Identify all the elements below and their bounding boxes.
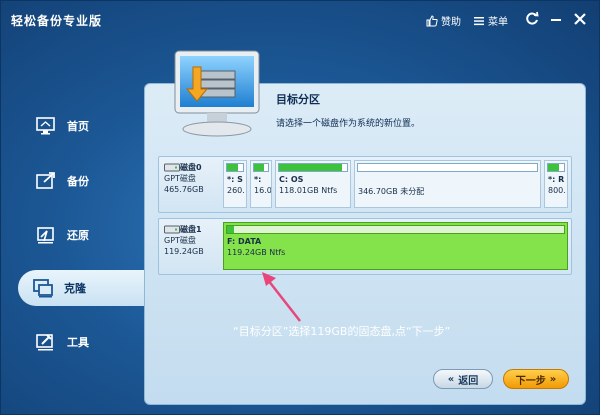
app-title: 轻松备份专业版 xyxy=(11,14,103,28)
double-chevron-left-icon: « xyxy=(447,373,455,385)
partition-detail: 16.0 xyxy=(254,186,272,195)
refresh-icon[interactable] xyxy=(524,11,540,27)
partition-label: *: S xyxy=(227,175,243,184)
partition-detail: 118.01GB Ntfs xyxy=(279,186,338,195)
partition-label: *: xyxy=(254,175,262,184)
disk-type: GPT磁盘 xyxy=(164,174,196,183)
partition[interactable]: *: S 260. xyxy=(223,160,247,208)
disk-info: 磁盘0 GPT磁盘 465.76GB xyxy=(164,162,222,195)
app-window: 轻松备份专业版 赞助 菜单 首页 备份 还原 克隆 工具 目标分区 请选择一个磁… xyxy=(0,0,600,415)
sidebar-item-label: 工具 xyxy=(67,336,89,349)
sidebar-item-tools[interactable]: 工具 xyxy=(21,324,146,360)
disk-row[interactable]: 磁盘1 GPT磁盘 119.24GB F: DATA 119.24GB Ntfs xyxy=(158,218,572,275)
disk-row[interactable]: 磁盘0 GPT磁盘 465.76GB *: S 260. *: 16.0 C: … xyxy=(158,156,572,213)
partition[interactable]: *: 16.0 xyxy=(250,160,272,208)
disk-name: 磁盘0 xyxy=(180,163,202,172)
annotation-arrow-icon xyxy=(262,272,301,322)
menu-label: 菜单 xyxy=(488,17,508,28)
disk-size: 465.76GB xyxy=(164,185,204,194)
disk-icon xyxy=(164,163,180,172)
partition-label: F: DATA xyxy=(227,237,262,246)
sidebar-item-label: 还原 xyxy=(67,229,89,242)
partition-label: *: R xyxy=(548,175,565,184)
thumbs-up-icon xyxy=(426,14,438,26)
sidebar-item-label: 首页 xyxy=(67,120,89,133)
tools-icon xyxy=(36,334,53,351)
back-label: 返回 xyxy=(458,375,479,387)
partition[interactable]: 346.70GB 未分配 xyxy=(354,160,541,208)
annotation-text: “目标分区”选择119GB的固态盘,点“下一步” xyxy=(233,325,451,338)
partition-selected[interactable]: F: DATA 119.24GB Ntfs xyxy=(223,222,568,270)
disk-icon xyxy=(164,225,180,234)
restore-icon xyxy=(37,227,54,244)
partition-label: C: OS xyxy=(279,175,304,184)
monitor-home-icon xyxy=(36,117,55,135)
next-label: 下一步 xyxy=(515,375,546,387)
clone-icon xyxy=(33,279,53,298)
title-bar: 轻松备份专业版 赞助 菜单 xyxy=(1,1,600,39)
sidebar-item-clone[interactable]: 克隆 xyxy=(18,270,146,306)
sidebar-item-label: 备份 xyxy=(67,175,89,188)
page-title: 目标分区 xyxy=(276,93,320,106)
menu-button[interactable]: 菜单 xyxy=(473,13,508,28)
disk-type: GPT磁盘 xyxy=(164,236,196,245)
menu-icon xyxy=(474,16,484,25)
page-subtitle: 请选择一个磁盘作为系统的新位置。 xyxy=(276,119,421,129)
minimize-icon[interactable] xyxy=(548,11,564,27)
disk-name: 磁盘1 xyxy=(180,225,202,234)
monitor-disk-icon xyxy=(174,50,260,137)
sidebar-item-backup[interactable]: 备份 xyxy=(21,163,146,199)
partition-detail: 260. xyxy=(227,186,245,195)
backup-icon xyxy=(36,172,55,189)
disk-info: 磁盘1 GPT磁盘 119.24GB xyxy=(164,224,222,257)
partition-detail: 346.70GB 未分配 xyxy=(358,187,425,196)
back-button[interactable]: « 返回 xyxy=(433,369,493,389)
partition-detail: 800. xyxy=(548,186,566,195)
sidebar-item-label: 克隆 xyxy=(64,282,86,295)
double-chevron-right-icon: » xyxy=(549,373,557,385)
donate-button[interactable]: 赞助 xyxy=(426,13,461,28)
partition-detail: 119.24GB Ntfs xyxy=(227,248,286,257)
sidebar-item-home[interactable]: 首页 xyxy=(21,108,146,144)
partition[interactable]: C: OS 118.01GB Ntfs xyxy=(275,160,351,208)
sidebar-item-restore[interactable]: 还原 xyxy=(21,217,146,253)
donate-label: 赞助 xyxy=(441,17,461,28)
disk-size: 119.24GB xyxy=(164,247,204,256)
next-button[interactable]: 下一步 » xyxy=(503,369,569,389)
partition[interactable]: *: R 800. xyxy=(544,160,568,208)
close-icon[interactable] xyxy=(572,11,588,27)
